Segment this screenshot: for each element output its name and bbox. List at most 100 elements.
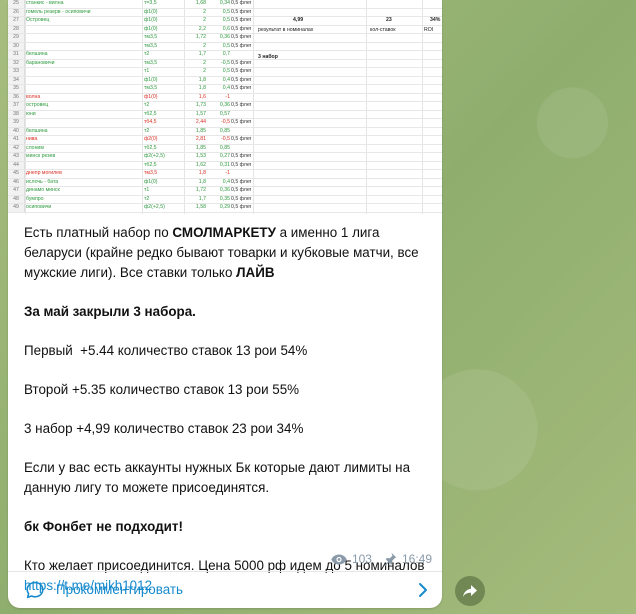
share-arrow-icon: [463, 585, 477, 597]
sheet-profit: 0,5: [222, 8, 230, 15]
sheet-profit: 0,29: [219, 204, 230, 210]
views-count: 103: [351, 552, 372, 566]
sheet-odds: 2: [203, 42, 206, 49]
sheet-profit: 0,36: [219, 34, 230, 40]
sheet-stake: [231, 128, 251, 136]
sheet-row: 43 минск резев ф2(+2,5) 1,53 0,27 0,5 флет: [8, 153, 442, 162]
message-intro: Есть платный набор по СМОЛМАРКЕТУ а имен…: [24, 223, 432, 283]
sheet-row: 26 гомель резерв - осиповичи ф1(0) 2 0,5 0,5 …: [8, 8, 442, 18]
share-button[interactable]: [455, 576, 485, 606]
sheet-row-number: 43: [8, 153, 25, 161]
sheet-bet: т2: [144, 51, 150, 57]
sheet-row: 36 волна ф1(0) 1,6 -1: [8, 93, 442, 103]
sheet-stake: 0,5 флет: [231, 76, 251, 83]
sheet-profit: -0,5: [221, 119, 230, 125]
sheet-row-number: 25: [8, 0, 25, 8]
sheet-stake: 0,5 флет: [231, 0, 251, 6]
sheet-row: 37 островец т2 1,73 0,36 0,5 флет: [8, 102, 442, 111]
sheet-bet: тм3,5: [144, 42, 158, 49]
message-bubble: 4,99 23 34% результат в номиналах кол-ст…: [8, 0, 442, 608]
sheet-team: бумпро: [26, 195, 44, 202]
sheet-stake: 0,5 флет: [231, 34, 251, 40]
sheet-odds: 1,85: [195, 144, 206, 151]
sheet-bet: ф2(+2,5): [144, 204, 165, 210]
sheet-stake: [231, 170, 251, 178]
sheet-bet: т1: [144, 68, 150, 74]
sheet-profit: 0,36: [219, 187, 230, 193]
message-may-summary: За май закрыли 3 набора.: [24, 304, 196, 319]
sheet-row-number: 42: [8, 144, 25, 153]
sheet-bet: т2: [144, 195, 150, 202]
sheet-row: 44 тб2,5 1,62 0,31 0,5 флет: [8, 161, 442, 171]
sheet-team: [26, 43, 136, 51]
sheet-row: 29 тм3,5 1,72 0,36 0,5 флет: [8, 34, 442, 43]
sheet-stake: [231, 94, 251, 102]
sheet-stake: 0,5 флет: [231, 161, 251, 168]
sheet-row-number: 36: [8, 93, 25, 102]
sheet-row-number: 38: [8, 110, 25, 119]
sheet-odds: 1,85: [195, 127, 206, 134]
sheet-bet: т2: [144, 127, 150, 134]
sheet-odds: 2,2: [198, 25, 206, 32]
sheet-bet: тб4,5: [144, 119, 157, 125]
message-third-set: 3 набор +4,99 количество ставок 23 рои 3…: [24, 421, 304, 436]
sheet-row: 28 ф1(0) 2,2 0,6 0,5 флет: [8, 25, 442, 35]
sheet-stake: [231, 51, 251, 59]
sheet-bet: ф1(0): [144, 76, 158, 83]
sheet-team: [26, 34, 136, 42]
sheet-profit: 0,35: [219, 195, 230, 202]
sheet-row: 42 слоним тб2,5 1,85 0,85: [8, 144, 442, 154]
sheet-team: [26, 119, 136, 127]
intro-text: Есть платный набор по: [24, 225, 173, 240]
sheet-odds: 2: [203, 68, 206, 74]
sheet-odds: 2: [203, 17, 206, 23]
views-eye-icon: [331, 554, 347, 564]
sheet-row-number: 28: [8, 25, 25, 34]
sheet-team: слоним: [26, 144, 44, 151]
sheet-profit: 0,5: [222, 42, 230, 49]
sheet-profit: 0,5: [222, 17, 230, 23]
sheet-team: барановичи: [26, 59, 55, 66]
message-meta: 103 16:49: [331, 552, 432, 566]
sheet-stake: 0,5 флет: [231, 178, 251, 185]
sheet-row: 45 днепр могилев тм3,5 1,8 -1: [8, 170, 442, 179]
sheet-row-number: 47: [8, 187, 25, 195]
sheet-row-number: 41: [8, 136, 25, 144]
comment-button[interactable]: Прокомментировать: [8, 572, 442, 608]
sheet-stake: 0,5 флет: [231, 102, 251, 108]
sheet-odds: 1,7: [198, 51, 206, 57]
sheet-odds: 1,6: [198, 93, 206, 100]
sheet-profit: 0,36: [219, 102, 230, 108]
sheet-row: 41 нива ф2(0) 2,81 -0,5 0,5 флет: [8, 136, 442, 145]
sheet-row-number: 39: [8, 119, 25, 127]
sheet-odds: 1,68: [195, 0, 206, 6]
sheet-row: 31 белшина т2 1,7 0,7: [8, 51, 442, 60]
sheet-odds: 1,8: [198, 170, 206, 176]
sheet-bet: ф1(0): [144, 8, 158, 15]
sheet-row: 30 тм3,5 2 0,5 0,5 флет: [8, 42, 442, 52]
sheet-bet: т1: [144, 187, 150, 193]
sheet-bet: ф1(0): [144, 17, 158, 23]
pin-icon: [384, 552, 397, 566]
sheet-stake: [231, 145, 251, 153]
message-fonbet-warning: бк Фонбет не подходит!: [24, 519, 183, 534]
sheet-bet: тб2,5: [144, 110, 157, 117]
sheet-bet: ф1(0): [144, 178, 158, 185]
sheet-team: динамо минск: [26, 187, 60, 193]
intro-bold-market: СМОЛМАРКЕТУ: [172, 225, 276, 240]
sheet-row-number: 27: [8, 17, 25, 25]
sheet-row: 47 динамо минск т1 1,72 0,36 0,5 флет: [8, 187, 442, 196]
sheet-profit: 0,7: [222, 51, 230, 57]
sheet-bet: т=3,5: [144, 0, 157, 6]
sheet-row-number: 48: [8, 195, 25, 204]
comment-label: Прокомментировать: [56, 582, 183, 597]
sheet-row: 32 барановичи тм3,5 2 -0,5 0,5 флет: [8, 59, 442, 69]
sheet-bet: т2: [144, 102, 150, 108]
sheet-team: [26, 162, 136, 170]
sheet-bet: тм3,5: [144, 59, 158, 66]
sheet-profit: -0,5: [221, 59, 230, 66]
sheet-row-number: 46: [8, 178, 25, 187]
spreadsheet-image[interactable]: 4,99 23 34% результат в номиналах кол-ст…: [8, 0, 442, 214]
sheet-profit: 0,4: [222, 85, 230, 91]
sheet-row-number: 26: [8, 8, 25, 17]
